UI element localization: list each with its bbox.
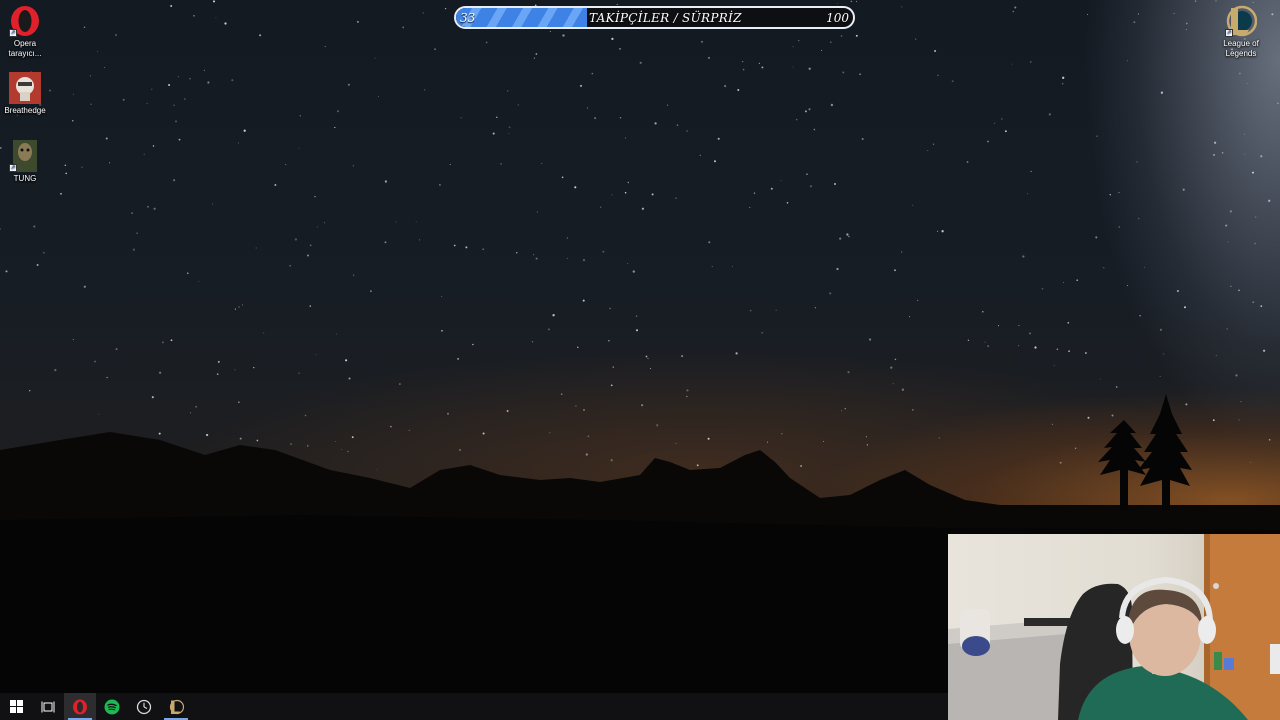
spotify-icon [104,699,120,714]
taskbar-opera-button[interactable] [64,693,96,720]
taskbar [0,693,948,720]
taskbar-league-of-legends-button[interactable] [160,693,192,720]
task-view-button[interactable] [32,693,64,720]
webcam-scene [948,534,1280,720]
task-view-icon [41,701,55,712]
desktop-icon-tung[interactable]: ↗ TUNG [0,140,50,184]
shortcut-arrow-icon: ↗ [9,164,17,172]
webcam-overlay [948,534,1280,720]
desktop-icon-label: League of Legends [1223,39,1259,58]
league-of-legends-icon: ↗ [1225,5,1258,37]
taskbar-clock-app-button[interactable] [128,693,160,720]
desktop-icon-label: TUNG [13,174,37,183]
taskbar-spotify-button[interactable] [96,693,128,720]
clock-app-icon [136,699,152,714]
goal-target-value: 100 [826,11,849,25]
goal-progress-fill [456,8,587,27]
desktop-icon-breathedge[interactable]: Breathedge [0,72,50,116]
goal-current-value: 33 [460,11,476,25]
goal-label: TAKİPÇİLER / SÜRPRİZ [589,11,742,25]
opera-icon: ↗ [9,5,41,37]
tung-icon: ↗ [9,140,41,172]
breathedge-icon [9,72,41,104]
windows-logo-icon [9,700,23,713]
league-of-legends-icon [169,699,184,714]
follower-goal-bar: 33 TAKİPÇİLER / SÜRPRİZ 100 [454,6,855,29]
desktop-icon-league-of-legends[interactable]: ↗ League of Legends [1216,5,1266,59]
shortcut-arrow-icon: ↗ [1225,29,1233,37]
start-button[interactable] [0,693,32,720]
desktop-icon-opera[interactable]: ↗ Opera tarayıcı... [0,5,50,59]
desktop-icon-label: Breathedge [4,106,46,115]
desktop-icon-label: Opera tarayıcı... [8,39,42,58]
shortcut-arrow-icon: ↗ [9,29,17,37]
opera-icon [73,699,87,714]
